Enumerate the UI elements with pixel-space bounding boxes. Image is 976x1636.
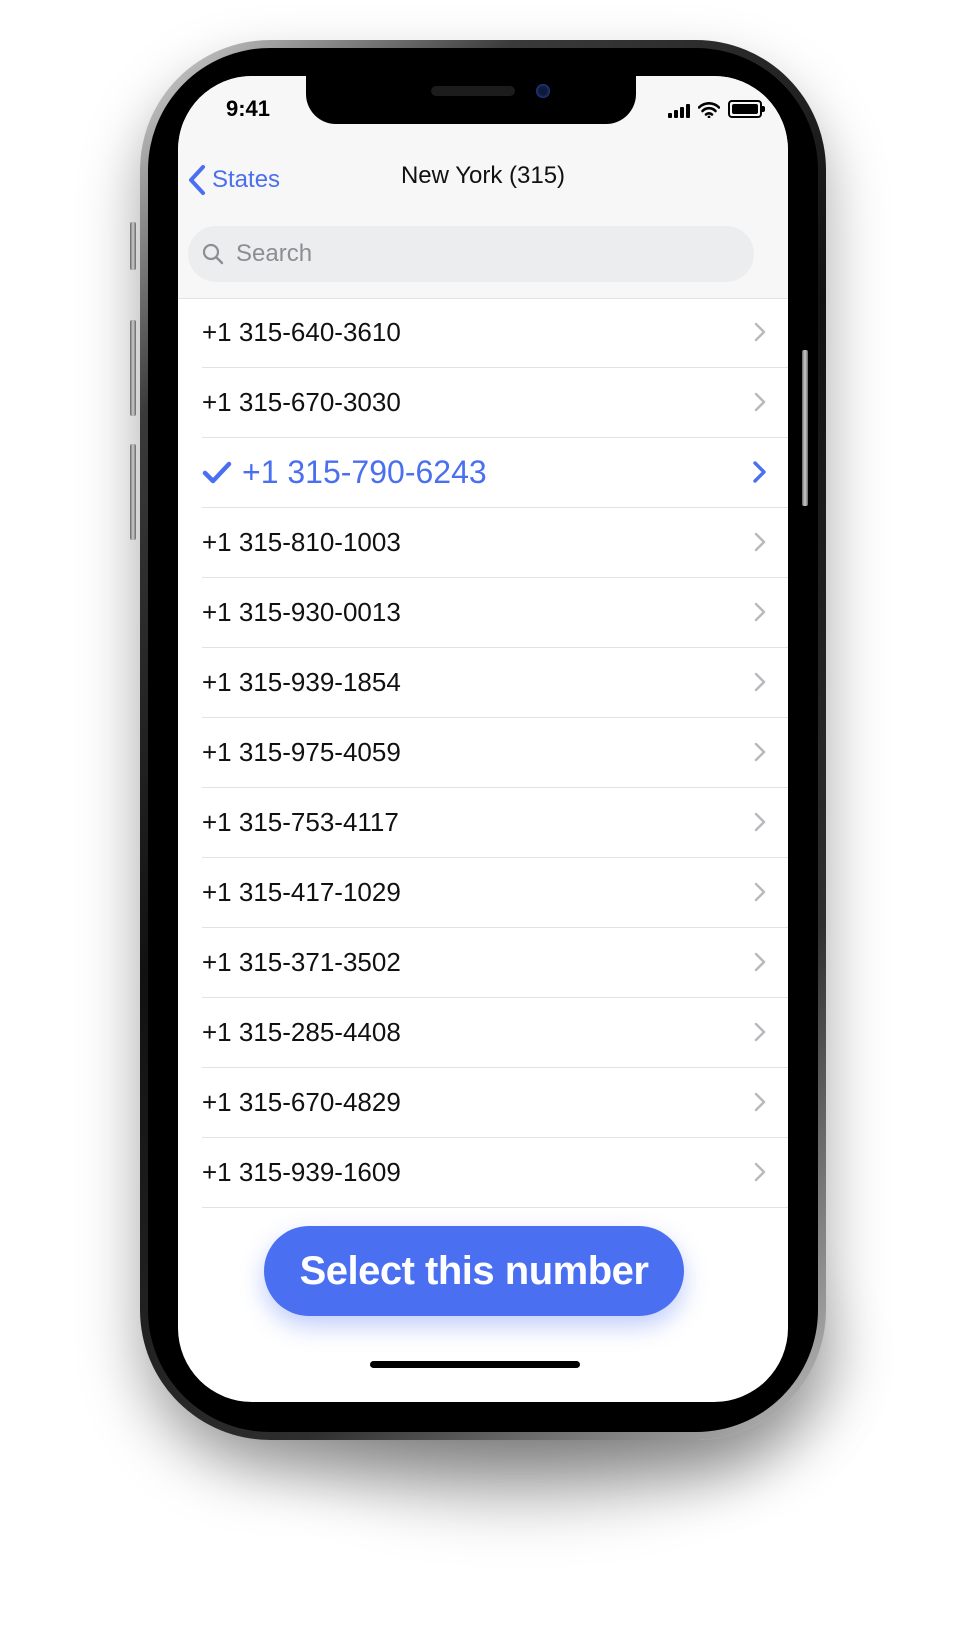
search-placeholder: Search — [236, 240, 313, 267]
chevron-right-icon — [754, 392, 766, 412]
phone-number: +1 315-640-3610 — [202, 317, 401, 347]
chevron-right-icon — [754, 882, 766, 902]
phone-number: +1 315-930-0013 — [202, 597, 401, 627]
status-time: 9:41 — [226, 96, 271, 121]
phone-number: +1 315-417-1029 — [202, 877, 401, 907]
status-icons — [668, 100, 765, 118]
phone-number: +1 315-670-4829 — [202, 1087, 401, 1117]
list-item[interactable]: +1 315-285-4408 — [202, 998, 788, 1068]
mute-switch — [130, 222, 136, 270]
list-item[interactable]: +1 315-670-4829 — [202, 1068, 788, 1138]
list-item[interactable]: +1 315-670-3030 — [202, 368, 788, 438]
phone-number: +1 315-753-4117 — [202, 807, 399, 837]
chevron-right-icon — [754, 742, 766, 762]
list-item[interactable]: +1 315-930-0013 — [202, 578, 788, 648]
phone-number: +1 315-975-4059 — [202, 737, 401, 767]
chevron-right-icon — [754, 1092, 766, 1112]
chevron-right-icon — [754, 952, 766, 972]
cellular-signal-icon — [668, 104, 690, 118]
chevron-right-icon — [753, 461, 766, 483]
front-camera — [536, 84, 550, 98]
phone-number: +1 315-285-4408 — [202, 1017, 401, 1047]
battery-icon — [728, 100, 765, 118]
chevron-right-icon — [754, 532, 766, 552]
list-item[interactable]: +1 315-371-3502 — [202, 928, 788, 998]
search-input[interactable]: Search — [188, 226, 754, 282]
list-item[interactable]: +1 315-753-4117 — [202, 788, 788, 858]
page-title: New York (315) — [400, 162, 566, 189]
list-item-selected[interactable]: +1 315-790-6243 — [202, 438, 788, 508]
select-number-button[interactable]: Select this number — [264, 1226, 684, 1316]
list-item[interactable]: +1 315-975-4059 — [202, 718, 788, 788]
phone-screen: 9:41 States New York (315) Search +1 315… — [178, 76, 788, 1402]
chevron-right-icon — [754, 1022, 766, 1042]
phone-number: +1 315-670-3030 — [202, 387, 401, 417]
volume-down-button — [130, 444, 136, 540]
phone-number: +1 315-790-6243 — [242, 454, 487, 490]
phone-number: +1 315-810-1003 — [202, 527, 401, 557]
chevron-right-icon — [754, 322, 766, 342]
list-item[interactable]: +1 315-939-1854 — [202, 648, 788, 718]
list-item[interactable]: +1 315-417-1029 — [202, 858, 788, 928]
phone-number: +1 315-939-1609 — [202, 1157, 401, 1187]
list-item[interactable]: +1 315-939-1609 — [202, 1138, 788, 1208]
chevron-right-icon — [754, 602, 766, 622]
home-indicator[interactable] — [370, 1361, 580, 1368]
wifi-icon — [698, 102, 720, 118]
volume-up-button — [130, 320, 136, 416]
phone-number: +1 315-939-1854 — [202, 667, 401, 697]
chevron-right-icon — [754, 1162, 766, 1182]
list-item[interactable]: +1 315-640-3610 — [202, 298, 788, 368]
list-item[interactable]: +1 315-810-1003 — [202, 508, 788, 578]
chevron-right-icon — [754, 812, 766, 832]
checkmark-icon — [202, 461, 232, 485]
phone-number-list: +1 315-640-3610 +1 315-670-3030 +1 315-7… — [178, 298, 788, 1208]
notch — [306, 76, 636, 124]
chevron-right-icon — [754, 672, 766, 692]
speaker-grille — [431, 86, 515, 96]
phone-number: +1 315-371-3502 — [202, 947, 401, 977]
search-icon — [202, 243, 224, 265]
power-button — [802, 350, 808, 506]
